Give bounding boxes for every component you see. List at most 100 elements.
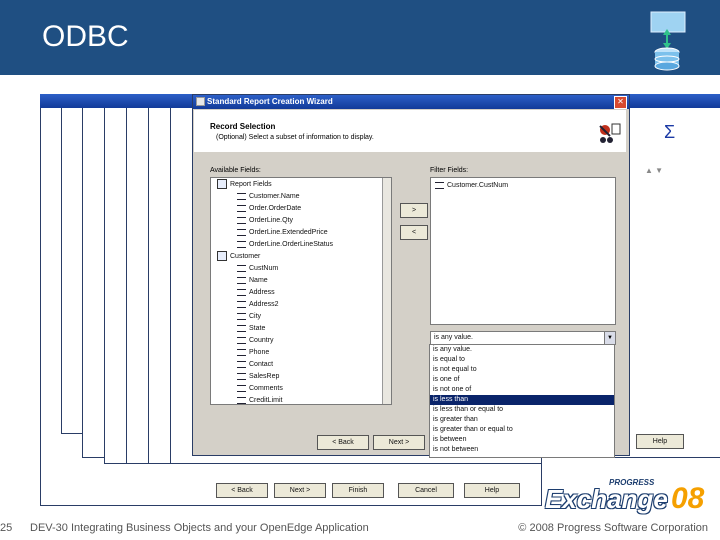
- field-icon: [237, 360, 246, 368]
- wizard-titlebar: Standard Report Creation Wizard ✕: [193, 95, 629, 109]
- filter-field-label: Customer.CustNum: [447, 182, 509, 189]
- tree-group-item[interactable]: Customer: [211, 251, 391, 263]
- operator-option[interactable]: is less than: [430, 395, 614, 405]
- close-icon[interactable]: ✕: [614, 96, 627, 109]
- tree-field-item[interactable]: Address2: [211, 299, 391, 311]
- available-fields-tree[interactable]: Report Fields Customer.Name Order.OrderDat…: [210, 177, 392, 405]
- slide-header: ODBC: [0, 0, 720, 75]
- cancel-button[interactable]: Cancel: [398, 483, 454, 498]
- field-icon: [237, 324, 246, 332]
- wizard-title: Standard Report Creation Wizard: [207, 97, 333, 106]
- tree-item-label: Country: [249, 337, 274, 344]
- tree-field-item[interactable]: SalesRep: [211, 371, 391, 383]
- section-title: Record Selection: [210, 122, 276, 131]
- filter-container: Customer.CustNum: [431, 178, 615, 192]
- tree-item-label: Address: [249, 289, 275, 296]
- footer-right: © 2008 Progress Software Corporation: [518, 522, 708, 534]
- tree-item-label: Report Fields: [230, 181, 272, 188]
- tree-field-item[interactable]: CustNum: [211, 263, 391, 275]
- tree-field-item[interactable]: Order.OrderDate: [211, 203, 391, 215]
- operator-dropdown[interactable]: is any value. ▼: [430, 331, 616, 345]
- tree-field-item[interactable]: Country: [211, 335, 391, 347]
- field-icon: [237, 312, 246, 320]
- table-icon: [217, 251, 227, 262]
- operator-list[interactable]: is any value. is equal to is not equal to i…: [429, 344, 615, 458]
- filter-field-item[interactable]: Customer.CustNum: [431, 180, 615, 192]
- operator-option[interactable]: is not between: [430, 445, 614, 455]
- tree-item-label: OrderLine.Qty: [249, 217, 293, 224]
- tree-field-item[interactable]: Comments: [211, 383, 391, 395]
- help-button[interactable]: Help: [464, 483, 520, 498]
- tree-item-label: CustNum: [249, 265, 279, 272]
- wizard-header-pane: Record Selection (Optional) Select a sub…: [194, 110, 626, 152]
- tree-item-label: OrderLine.OrderLineStatus: [249, 241, 334, 248]
- field-icon: [237, 384, 246, 392]
- tree-field-item[interactable]: OrderLine.ExtendedPrice: [211, 227, 391, 239]
- sum-icon: Σ: [664, 122, 676, 142]
- field-icon: [237, 264, 246, 272]
- tree-item-label: Contact: [249, 361, 274, 368]
- tree-item-label: SalesRep: [249, 373, 280, 380]
- footer-left: DEV-30 Integrating Business Objects and …: [30, 522, 369, 534]
- operator-selected: is any value.: [434, 334, 473, 341]
- tree-scrollbar[interactable]: [382, 178, 391, 404]
- tree-field-item[interactable]: Phone: [211, 347, 391, 359]
- operator-option[interactable]: is greater than: [430, 415, 614, 425]
- operator-option[interactable]: is any value.: [430, 345, 614, 355]
- next-button[interactable]: Next >: [373, 435, 425, 450]
- operator-option[interactable]: is less than or equal to: [430, 405, 614, 415]
- operator-option[interactable]: is not one of: [430, 385, 614, 395]
- tree-item-label: Customer.Name: [249, 193, 300, 200]
- window-icon: [196, 97, 205, 107]
- tree-field-item[interactable]: OrderLine.OrderLineStatus: [211, 239, 391, 251]
- filter-fields-list[interactable]: Customer.CustNum: [430, 177, 616, 325]
- field-icon: [237, 372, 246, 380]
- field-icon: [237, 228, 246, 236]
- tree-container: Report Fields Customer.Name Order.OrderDat…: [211, 178, 391, 404]
- field-icon: [237, 348, 246, 356]
- wizard-icon: [599, 123, 621, 143]
- tree-item-label: OrderLine.ExtendedPrice: [249, 229, 328, 236]
- next-button-lower[interactable]: Next >: [274, 483, 326, 498]
- field-icon: [237, 204, 246, 212]
- background-titlebar: [620, 94, 720, 108]
- back-button[interactable]: < Back: [317, 435, 369, 450]
- add-filter-button[interactable]: >: [400, 203, 428, 218]
- tree-item-label: Order.OrderDate: [249, 205, 302, 212]
- operator-option[interactable]: is not equal to: [430, 365, 614, 375]
- remove-filter-button[interactable]: <: [400, 225, 428, 240]
- section-description: (Optional) Select a subset of informatio…: [216, 134, 374, 141]
- field-icon: [237, 300, 246, 308]
- back-button-lower[interactable]: < Back: [216, 483, 268, 498]
- tree-field-item[interactable]: Name: [211, 275, 391, 287]
- field-icon: [237, 288, 246, 296]
- folder-icon: [217, 179, 227, 190]
- tree-field-item[interactable]: OrderLine.Qty: [211, 215, 391, 227]
- field-icon: [237, 396, 246, 404]
- operator-option[interactable]: is one of: [430, 375, 614, 385]
- tree-item-label: Comments: [249, 385, 283, 392]
- operator-option[interactable]: is greater than or equal to: [430, 425, 614, 435]
- scroll-up-icon: ▲ ▼: [645, 166, 664, 175]
- tree-item-label: State: [249, 325, 266, 332]
- finish-button[interactable]: Finish: [332, 483, 384, 498]
- tree-field-item[interactable]: Address: [211, 287, 391, 299]
- tree-field-item[interactable]: State: [211, 323, 391, 335]
- exchange-wordmark: Exchange: [545, 484, 668, 514]
- tree-item-label: City: [249, 313, 262, 320]
- field-icon: [237, 336, 246, 344]
- operator-option[interactable]: is between: [430, 435, 614, 445]
- tree-item-label: CreditLimit: [249, 397, 283, 404]
- tree-item-label: Customer: [230, 253, 261, 260]
- operator-option[interactable]: is equal to: [430, 355, 614, 365]
- page-number: 25: [0, 522, 13, 534]
- tree-field-item[interactable]: City: [211, 311, 391, 323]
- behind-help-button[interactable]: Help: [636, 434, 684, 449]
- tree-field-item[interactable]: Customer.Name: [211, 191, 391, 203]
- tree-group-item[interactable]: Report Fields: [211, 179, 391, 191]
- tree-item-label: Address2: [249, 301, 279, 308]
- chevron-down-icon[interactable]: ▼: [604, 332, 615, 344]
- tree-field-item[interactable]: Contact: [211, 359, 391, 371]
- field-icon: [237, 192, 246, 200]
- tree-field-item[interactable]: CreditLimit: [211, 395, 391, 404]
